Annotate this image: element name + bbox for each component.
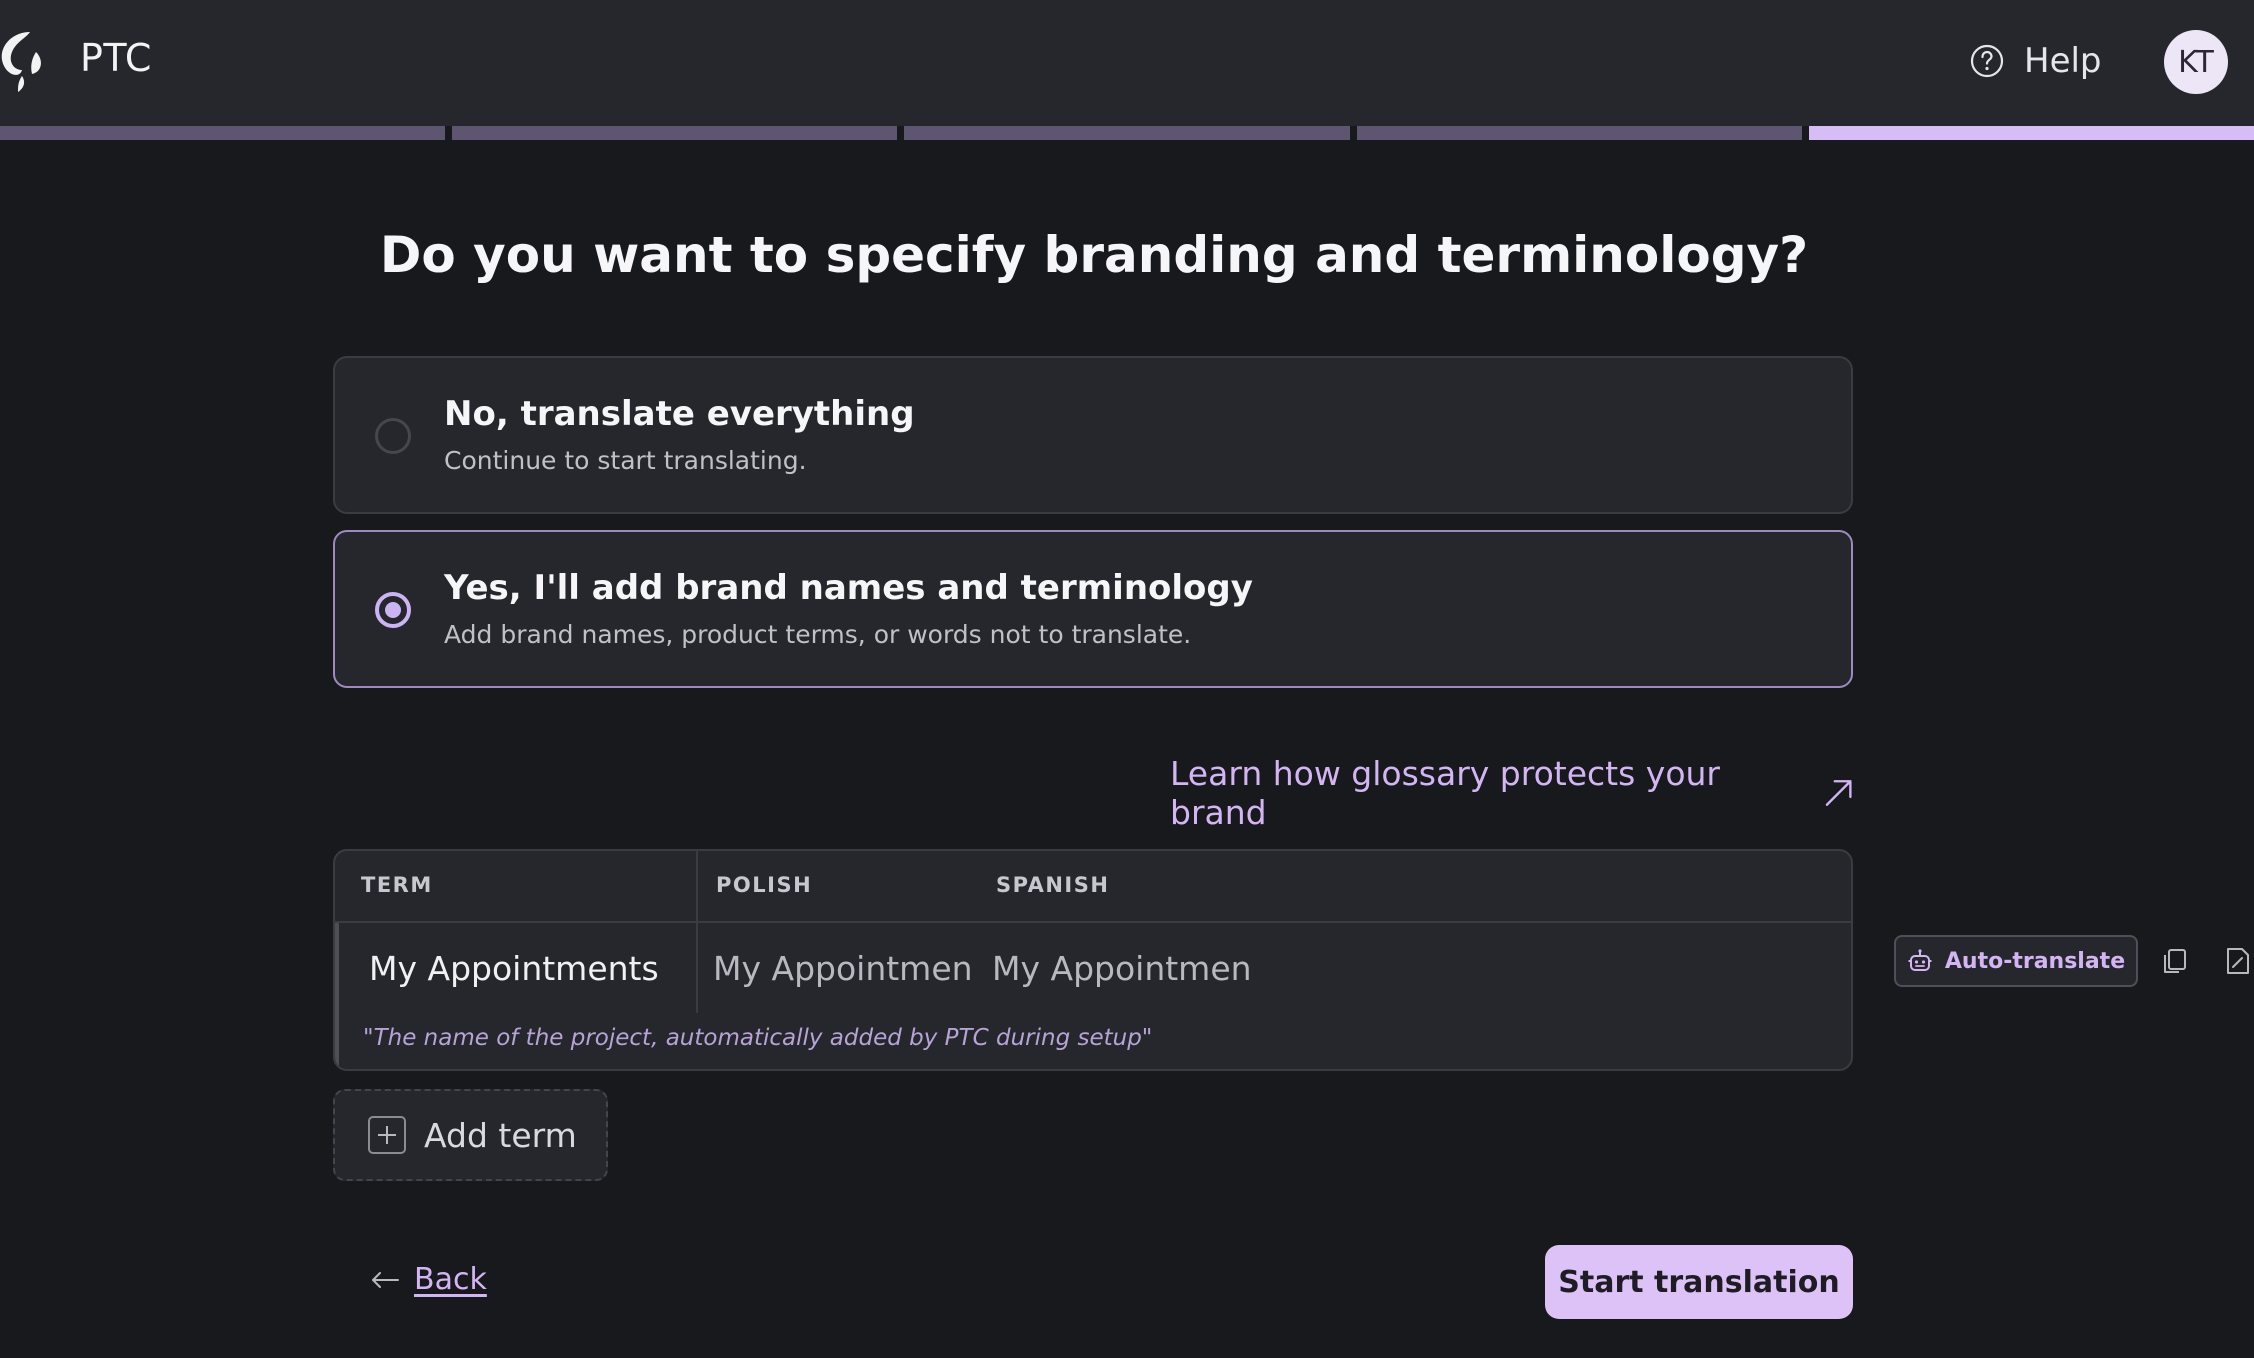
back-label: Back xyxy=(414,1262,487,1297)
plus-icon xyxy=(368,1116,406,1154)
user-avatar[interactable]: KT xyxy=(2164,30,2228,94)
auto-translate-label: Auto-translate xyxy=(1944,948,2126,974)
term-note: "The name of the project, automatically … xyxy=(363,1025,1153,1051)
option-add-terminology[interactable]: Yes, I'll add brand names and terminolog… xyxy=(333,530,1853,688)
progress-step-1 xyxy=(0,126,446,140)
external-arrow-icon xyxy=(1825,780,1852,806)
progress-step-5 xyxy=(1808,126,2254,140)
spanish-translation-input[interactable]: My Appointments xyxy=(992,949,1252,988)
learn-glossary-label: Learn how glossary protects your brand xyxy=(1170,754,1720,832)
page-title: Do you want to specify branding and term… xyxy=(379,226,1809,284)
step-progress-bar xyxy=(0,126,2254,140)
learn-glossary-link[interactable]: Learn how glossary protects your brand xyxy=(1170,754,1854,832)
back-link[interactable]: Back xyxy=(370,1262,487,1297)
top-bar: PTC Help KT xyxy=(0,0,2254,126)
term-cell[interactable]: My Appointments xyxy=(369,949,659,988)
glossary-table: TERM POLISH SPANISH My Appointments My A… xyxy=(333,849,1853,1071)
column-header-term: TERM xyxy=(361,873,433,897)
help-label: Help xyxy=(2024,41,2102,81)
question-circle-icon xyxy=(1970,44,2004,78)
option-translate-everything[interactable]: No, translate everything Continue to sta… xyxy=(333,356,1853,514)
option-subtitle: Continue to start translating. xyxy=(444,446,807,475)
add-term-label: Add term xyxy=(424,1115,577,1155)
column-divider xyxy=(696,851,698,1013)
polish-translation-input[interactable]: My Appointments xyxy=(713,949,973,988)
logo-icon xyxy=(1,32,41,92)
app-name: PTC xyxy=(80,36,152,80)
edit-note-icon[interactable] xyxy=(2222,946,2252,976)
column-header-spanish: SPANISH xyxy=(996,873,1110,897)
arrow-left-icon xyxy=(372,1271,399,1288)
radio-translate-everything[interactable] xyxy=(375,418,411,454)
progress-step-2 xyxy=(452,126,898,140)
table-header: TERM POLISH SPANISH xyxy=(335,851,1851,923)
help-button[interactable]: Help xyxy=(1970,40,2102,82)
radio-add-terminology[interactable] xyxy=(375,592,411,628)
add-term-button[interactable]: Add term xyxy=(333,1089,608,1181)
copy-icon[interactable] xyxy=(2160,946,2190,976)
start-translation-button[interactable]: Start translation xyxy=(1545,1245,1853,1319)
robot-icon xyxy=(1908,949,1932,971)
progress-step-4 xyxy=(1356,126,1802,140)
column-header-polish: POLISH xyxy=(716,873,813,897)
progress-step-3 xyxy=(904,126,1350,140)
row-indicator xyxy=(335,923,339,1069)
auto-translate-button[interactable]: Auto-translate xyxy=(1894,935,2138,987)
option-title: No, translate everything xyxy=(444,394,915,434)
option-subtitle: Add brand names, product terms, or words… xyxy=(444,620,1192,649)
option-title: Yes, I'll add brand names and terminolog… xyxy=(444,568,1253,608)
